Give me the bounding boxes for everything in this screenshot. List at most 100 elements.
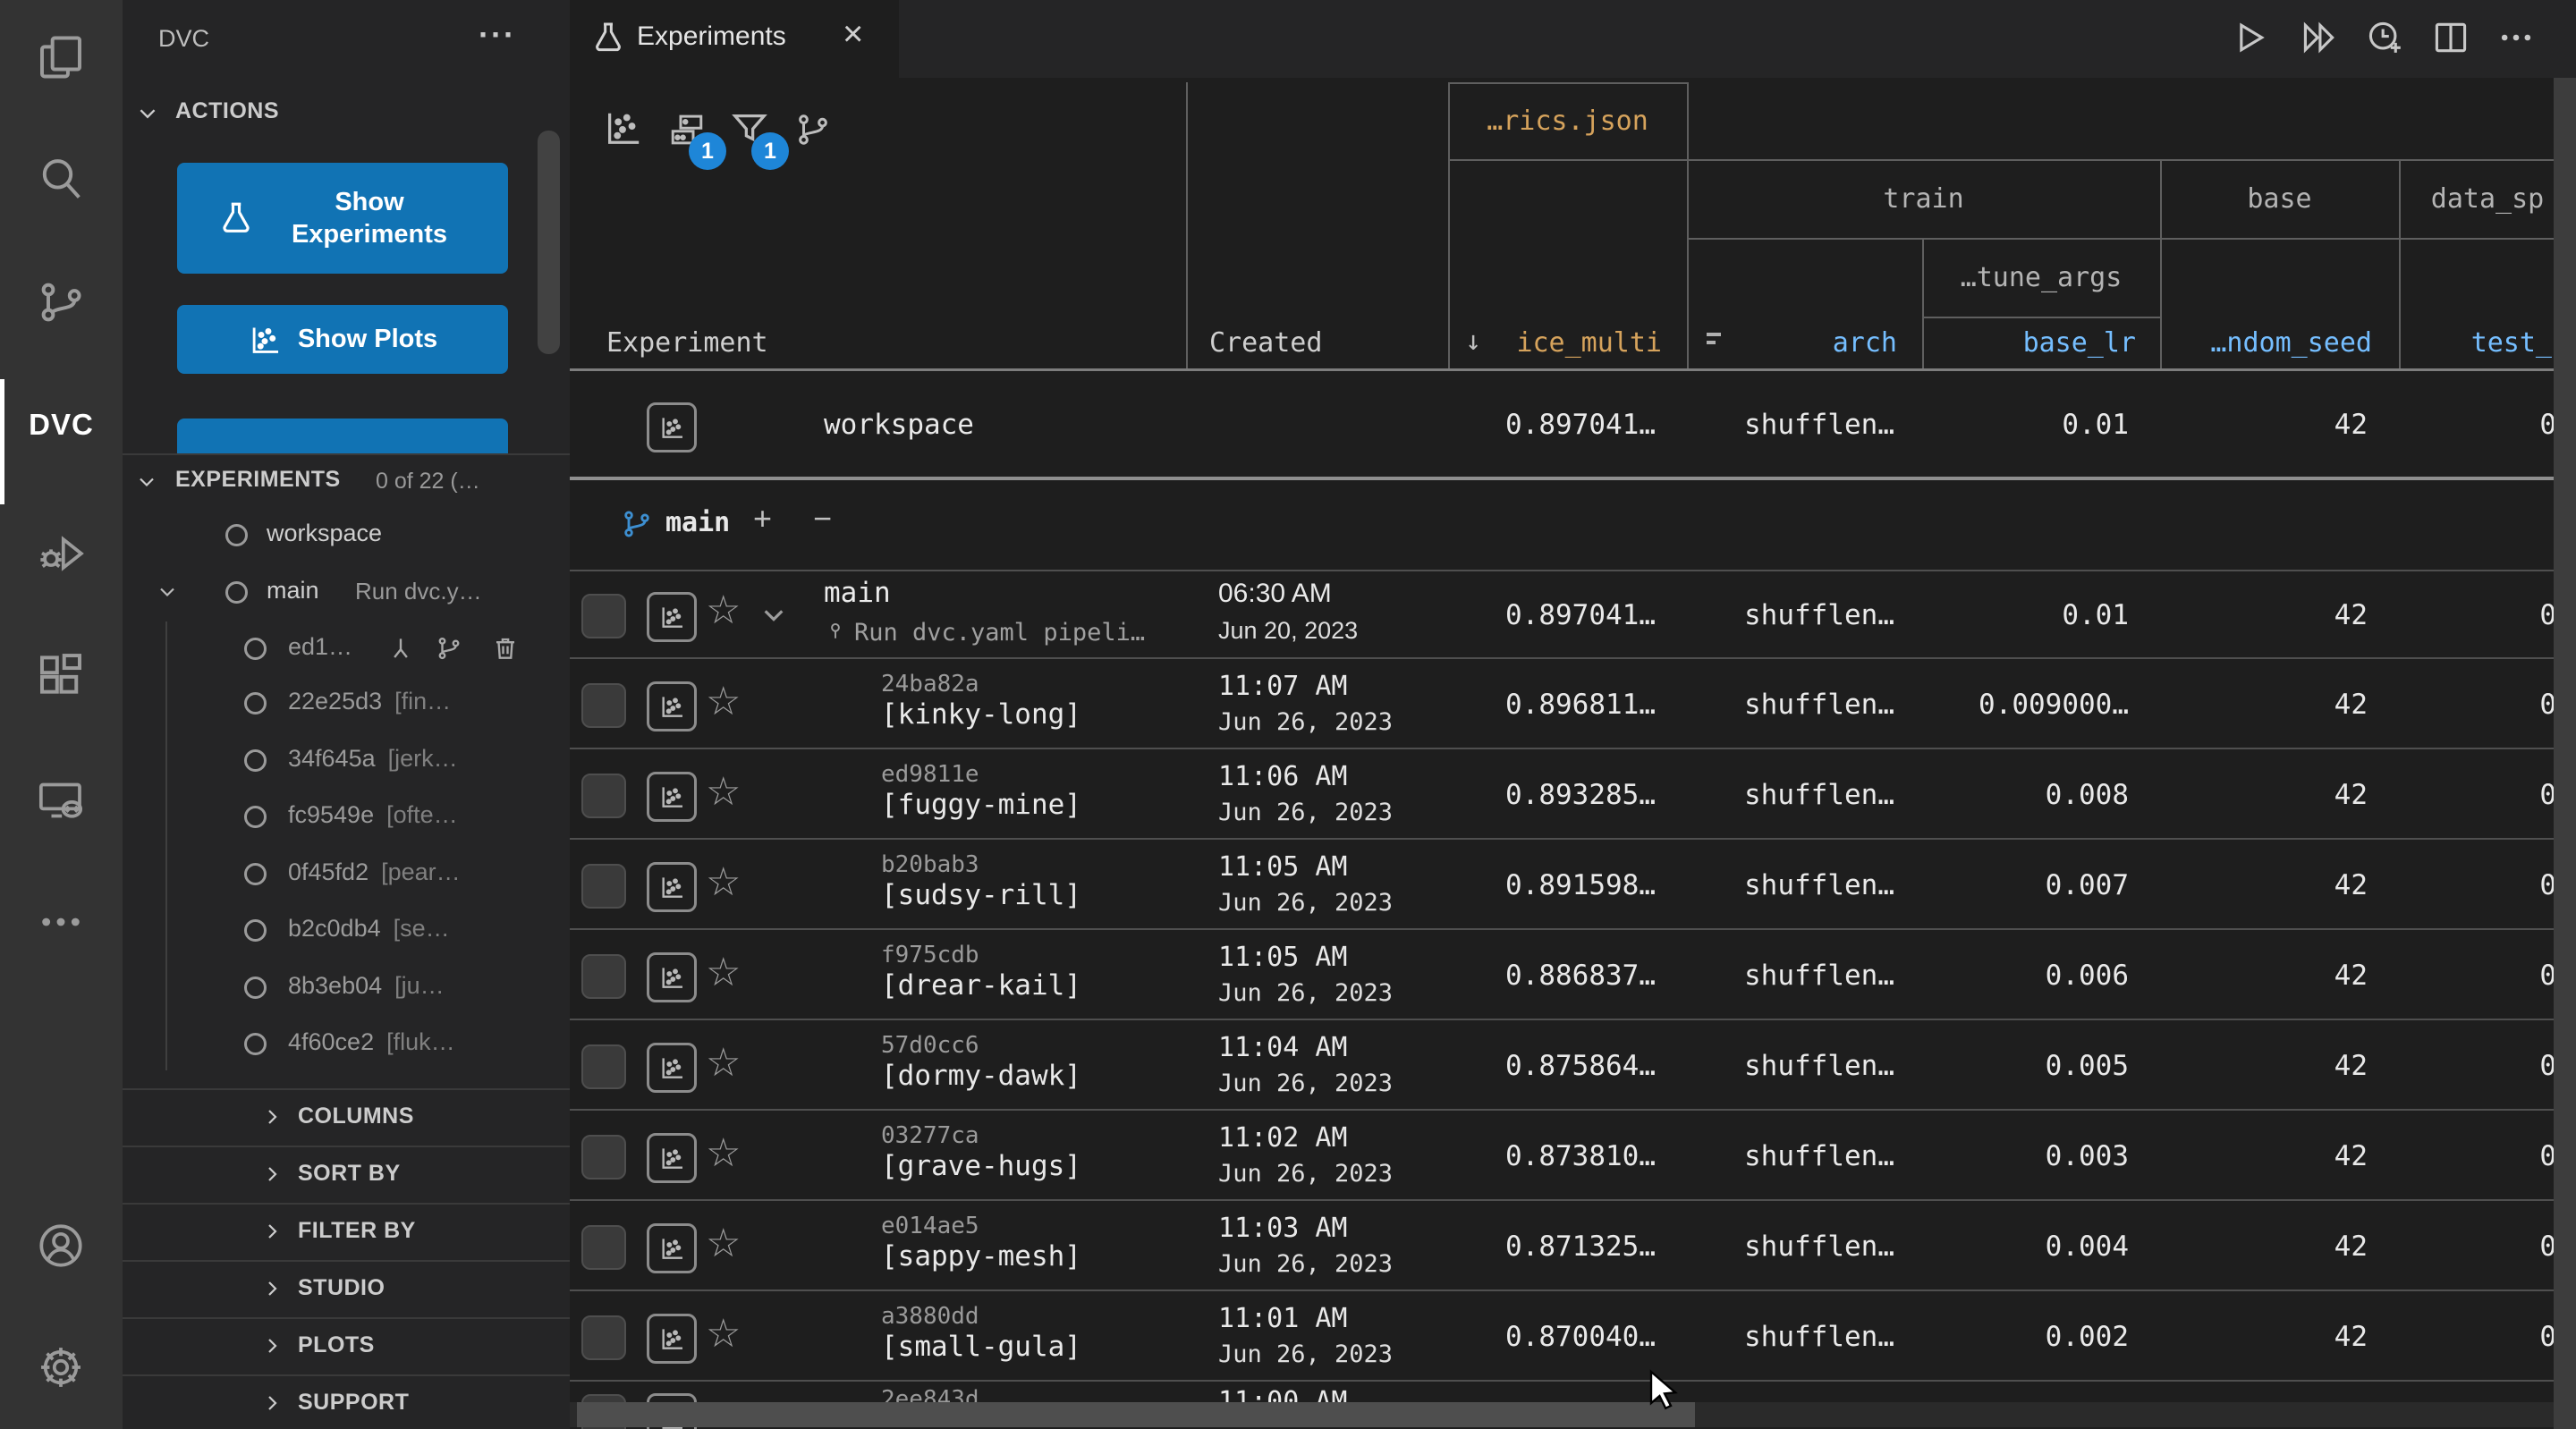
third-action-button-partial[interactable] <box>177 419 508 453</box>
tree-item-workspace[interactable]: workspace <box>123 506 570 562</box>
row-checkbox[interactable] <box>581 864 626 909</box>
show-experiments-button[interactable]: Show Experiments <box>177 163 508 274</box>
table-row[interactable]: ☆ 24ba82a [kinky-long] 11:07 AM Jun 26, … <box>570 657 2576 749</box>
tree-item-experiment[interactable]: 34f645a [jerk… <box>123 731 570 788</box>
table-row[interactable]: ☆ a3880dd [small-gula] 11:01 AM Jun 26, … <box>570 1289 2576 1382</box>
column-divider[interactable] <box>1186 82 1188 369</box>
dice-multi-column-header[interactable]: ice_multi <box>1448 317 1662 369</box>
star-icon[interactable]: ☆ <box>706 773 741 812</box>
add-branch-button[interactable]: + <box>753 500 772 537</box>
plot-toggle-button[interactable] <box>647 1223 697 1273</box>
plot-toggle-button[interactable] <box>647 402 697 452</box>
chevron-down-icon[interactable] <box>759 601 788 630</box>
tree-item-experiment[interactable]: 8b3eb04 [ju… <box>123 959 570 1015</box>
chevron-down-icon[interactable] <box>157 581 178 603</box>
row-checkbox[interactable] <box>581 1315 626 1360</box>
sidebar-section-sort-by[interactable]: SORT BY <box>123 1146 570 1203</box>
star-icon[interactable]: ☆ <box>706 1044 741 1083</box>
sidebar-scrollbar-thumb[interactable] <box>538 131 560 354</box>
remove-branch-button[interactable]: − <box>813 500 832 537</box>
table-row-main[interactable]: ☆ main Run dvc.yaml pipeli… 06:30 AM Jun… <box>570 570 2576 659</box>
extensions-icon[interactable] <box>36 650 86 700</box>
metrics-file-group-header[interactable]: …rics.json <box>1448 82 1687 159</box>
split-editor-icon[interactable] <box>2431 18 2470 57</box>
run-debug-icon[interactable] <box>36 528 86 579</box>
branch-toolbar-icon[interactable] <box>794 111 832 148</box>
tune-args-group-header[interactable]: …tune_args <box>1922 238 2160 317</box>
tree-item-experiment[interactable]: 0f45fd2 [pear… <box>123 845 570 901</box>
account-icon[interactable] <box>36 1221 86 1271</box>
star-icon[interactable]: ☆ <box>706 953 741 993</box>
star-icon[interactable]: ☆ <box>706 591 741 630</box>
branch-icon[interactable] <box>436 635 462 662</box>
train-group-header[interactable]: train <box>1687 159 2160 238</box>
plot-toggle-button[interactable] <box>647 862 697 912</box>
table-row[interactable]: ☆ e014ae5 [sappy-mesh] 11:03 AM Jun 26, … <box>570 1199 2576 1291</box>
plot-toggle-button[interactable] <box>647 1314 697 1364</box>
more-actions-icon[interactable] <box>2496 18 2536 57</box>
settings-gear-icon[interactable] <box>36 1342 86 1392</box>
star-icon[interactable]: ☆ <box>706 1315 741 1354</box>
test-column-header[interactable]: test_ <box>2399 317 2552 369</box>
row-checkbox[interactable] <box>581 954 626 999</box>
remote-explorer-icon[interactable] <box>36 775 86 825</box>
sidebar-section-columns[interactable]: COLUMNS <box>123 1088 570 1146</box>
tab-title[interactable]: Experiments <box>637 21 786 52</box>
chevron-down-icon[interactable] <box>136 102 159 125</box>
random-seed-column-header[interactable]: …ndom_seed <box>2160 317 2372 369</box>
star-icon[interactable]: ☆ <box>706 1134 741 1173</box>
base-group-header[interactable]: base <box>2160 159 2399 238</box>
table-row-workspace[interactable]: workspace 0.897041… shufflen… 0.01 42 0 <box>570 373 2576 477</box>
table-row[interactable]: ☆ b20bab3 [sudsy-rill] 11:05 AM Jun 26, … <box>570 838 2576 930</box>
row-checkbox[interactable] <box>581 1135 626 1180</box>
row-checkbox[interactable] <box>581 594 626 638</box>
chevron-down-icon[interactable] <box>136 471 157 493</box>
queue-experiment-icon[interactable] <box>2365 18 2404 57</box>
table-row[interactable]: ☆ 03277ca [grave-hugs] 11:02 AM Jun 26, … <box>570 1109 2576 1201</box>
sidebar-section-plots[interactable]: PLOTS <box>123 1317 570 1374</box>
sidebar-more-icon[interactable]: ··· <box>479 16 516 54</box>
star-icon[interactable]: ☆ <box>706 682 741 722</box>
table-row[interactable]: ☆ f975cdb [drear-kail] 11:05 AM Jun 26, … <box>570 928 2576 1020</box>
more-actions-icon[interactable] <box>36 897 86 947</box>
row-checkbox[interactable] <box>581 774 626 818</box>
tree-item-experiment[interactable]: 4f60ce2 [fluk… <box>123 1015 570 1071</box>
sidebar-section-filter-by[interactable]: FILTER BY <box>123 1203 570 1260</box>
base-lr-column-header[interactable]: base_lr <box>1922 317 2136 369</box>
star-icon[interactable]: ☆ <box>706 863 741 902</box>
plot-toggle-button[interactable] <box>647 592 697 642</box>
sidebar-section-studio[interactable]: STUDIO <box>123 1260 570 1317</box>
tree-item-experiment[interactable]: b2c0db4 [se… <box>123 901 570 958</box>
row-checkbox[interactable] <box>581 1044 626 1089</box>
dvc-activity-icon[interactable]: DVC <box>0 408 123 442</box>
plots-toolbar-icon[interactable] <box>602 107 643 148</box>
close-icon[interactable]: × <box>843 14 863 55</box>
arch-column-header[interactable]: arch <box>1687 317 1897 369</box>
explorer-icon[interactable] <box>36 32 86 82</box>
plot-toggle-button[interactable] <box>647 952 697 1002</box>
experiments-section-label[interactable]: EXPERIMENTS <box>175 467 341 493</box>
star-icon[interactable]: ☆ <box>706 1224 741 1264</box>
created-column-header[interactable]: Created <box>1209 317 1322 369</box>
row-checkbox[interactable] <box>581 683 626 728</box>
show-plots-button[interactable]: Show Plots <box>177 305 508 374</box>
run-all-icon[interactable] <box>2300 18 2339 57</box>
actions-section-label[interactable]: ACTIONS <box>175 98 279 124</box>
trash-icon[interactable] <box>492 635 519 662</box>
data-split-group-header[interactable]: data_sp <box>2399 159 2576 238</box>
tree-item-main[interactable]: main Run dvc.y… <box>123 563 570 620</box>
experiment-column-header[interactable]: Experiment <box>606 317 768 369</box>
sidebar-section-support[interactable]: SUPPORT <box>123 1374 570 1429</box>
apply-experiment-icon[interactable] <box>387 635 414 662</box>
row-checkbox[interactable] <box>581 1225 626 1270</box>
plot-toggle-button[interactable] <box>647 1043 697 1093</box>
search-icon[interactable] <box>36 154 86 204</box>
vertical-scrollbar[interactable] <box>2554 78 2576 1429</box>
table-row[interactable]: ☆ 57d0cc6 [dormy-dawk] 11:04 AM Jun 26, … <box>570 1019 2576 1111</box>
table-row[interactable]: ☆ ed9811e [fuggy-mine] 11:06 AM Jun 26, … <box>570 748 2576 840</box>
tree-item-experiment[interactable]: ed1… <box>123 620 570 676</box>
tree-item-experiment[interactable]: fc9549e [ofte… <box>123 788 570 844</box>
plot-toggle-button[interactable] <box>647 772 697 822</box>
plot-toggle-button[interactable] <box>647 681 697 731</box>
horizontal-scrollbar-thumb[interactable] <box>577 1402 1695 1427</box>
